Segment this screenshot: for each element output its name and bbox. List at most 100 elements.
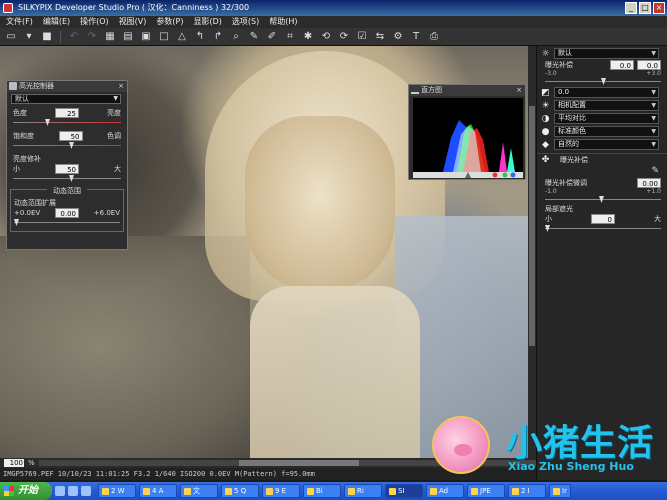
exposure-value-input-2[interactable]: 0.0	[637, 60, 661, 70]
fine-adjust-scale: -1.0 +1.0	[545, 188, 661, 195]
hue-slider[interactable]	[13, 118, 121, 127]
watermark-logo: 小猪生活 Xiao Zhu Sheng Huo	[428, 412, 667, 482]
menu-develop[interactable]: 显影(D)	[193, 16, 221, 28]
develop-icon[interactable]: ⟲	[319, 30, 333, 44]
histogram-panel-header[interactable]: 直方图 ×	[409, 85, 525, 96]
folder-open-icon[interactable]: ▭	[4, 30, 18, 44]
brightness-value-input[interactable]: 50	[55, 164, 79, 174]
color-select[interactable]: 标准颜色 ▼	[554, 126, 659, 137]
close-button[interactable]: ×	[653, 2, 665, 14]
menu-options[interactable]: 选项(S)	[232, 16, 259, 28]
color-row: ● 标准颜色 ▼	[537, 125, 667, 138]
fine-adjust-value-input[interactable]: 0.00	[637, 178, 661, 188]
title-bar: SILKYPIX Developer Studio Pro ( 汉化：Canni…	[0, 0, 667, 16]
menu-operation[interactable]: 操作(O)	[80, 16, 109, 28]
quick-launch-icon[interactable]	[55, 486, 65, 496]
taskbar-item-label: Ir	[562, 487, 567, 495]
check-icon[interactable]: ☑	[355, 30, 369, 44]
settings-icon[interactable]: ⚙	[391, 30, 405, 44]
taskbar-item[interactable]: 9 E	[262, 484, 300, 498]
zoom-input[interactable]: 100	[4, 459, 24, 467]
color-value: 标准颜色	[558, 127, 586, 135]
rotate-right-icon[interactable]: ↱	[211, 30, 225, 44]
warning-icon[interactable]: △	[175, 30, 189, 44]
brightness-slider[interactable]	[13, 174, 121, 183]
saturation-right-label: 色调	[107, 132, 121, 140]
combined-view-icon[interactable]: ▤	[121, 30, 135, 44]
highlight-panel-title: 高光控制器	[19, 82, 54, 90]
local-shading-slider[interactable]	[545, 224, 661, 233]
local-shading-value-input[interactable]: 0	[591, 214, 615, 224]
histogram-panel-close-button[interactable]: ×	[516, 85, 522, 96]
crop-icon[interactable]: ⌗	[283, 30, 297, 44]
undo-icon[interactable]: ↶	[67, 30, 81, 44]
exposure-label: 曝光补偿	[545, 61, 573, 69]
histogram-panel-title: 直方图	[421, 86, 442, 94]
menu-help[interactable]: 帮助(H)	[269, 16, 297, 28]
minimize-button[interactable]: _	[625, 2, 637, 14]
dynamic-range-slider[interactable]	[14, 218, 120, 227]
taskbar-item[interactable]: 2 I	[508, 484, 546, 498]
white-balance-select[interactable]: 0.0 ▼	[554, 87, 659, 98]
sharpness-row: ◆ 自然的 ▼	[537, 138, 667, 151]
zoom-icon[interactable]: ⌕	[229, 30, 243, 44]
taskbar-item[interactable]: 文	[180, 484, 218, 498]
quick-launch-icon[interactable]	[68, 486, 78, 496]
saturation-left-label: 饱和度	[13, 132, 34, 140]
wand-icon[interactable]: ✎	[537, 166, 667, 178]
fullscreen-icon[interactable]: □	[157, 30, 171, 44]
menu-parameter[interactable]: 参数(P)	[156, 16, 183, 28]
quick-launch-icon[interactable]	[81, 486, 91, 496]
menu-view[interactable]: 视图(V)	[119, 16, 147, 28]
scrollbar-thumb[interactable]	[529, 106, 535, 346]
text-tool-icon[interactable]: T	[409, 30, 423, 44]
brightness-right-label: 大	[114, 165, 121, 173]
color-drop-icon: ●	[541, 126, 550, 137]
save-icon[interactable]: ■	[40, 30, 54, 44]
horizontal-scrollbar-thumb[interactable]	[238, 460, 359, 466]
menu-edit[interactable]: 编辑(E)	[43, 16, 70, 28]
menu-file[interactable]: 文件(F)	[6, 16, 33, 28]
taskbar-item[interactable]: Ir	[549, 484, 571, 498]
taskbar-item[interactable]: Ad	[426, 484, 464, 498]
white-balance-picker-icon[interactable]: ✐	[265, 30, 279, 44]
highlight-panel-close-button[interactable]: ×	[118, 81, 124, 92]
eyedropper-icon[interactable]: ✎	[247, 30, 261, 44]
spot-icon[interactable]: ✱	[301, 30, 315, 44]
print-icon[interactable]: ⎙	[427, 30, 441, 44]
maximize-button[interactable]: □	[639, 2, 651, 14]
taskbar-item[interactable]: JPE	[467, 484, 505, 498]
folder-dropdown-icon[interactable]: ▾	[22, 30, 36, 44]
hue-value-input[interactable]: 25	[55, 108, 79, 118]
highlight-panel-header[interactable]: 高光控制器 ×	[7, 81, 127, 92]
local-shading-control: 局部遮光 小 0 大	[537, 204, 667, 233]
taskbar-item[interactable]: Ri	[344, 484, 382, 498]
saturation-value-input[interactable]: 50	[58, 131, 83, 141]
contrast-select[interactable]: 相机配置 ▼	[554, 100, 659, 111]
highlight-preset-select[interactable]: 默认 ▼	[11, 94, 121, 104]
taskbar-item[interactable]: 5 Q	[221, 484, 259, 498]
rotate-left-icon[interactable]: ↰	[193, 30, 207, 44]
taskbar-item-label: 9 E	[275, 487, 287, 495]
grid-view-icon[interactable]: ▦	[103, 30, 117, 44]
taskbar-item-active[interactable]: SI	[385, 484, 423, 498]
taskbar-item[interactable]: Bi	[303, 484, 341, 498]
dynamic-range-value-input[interactable]: 0.00	[55, 208, 79, 218]
start-button[interactable]: 开始	[0, 482, 52, 500]
sharpness-select[interactable]: 自然的 ▼	[554, 139, 659, 150]
task-app-icon	[430, 487, 437, 495]
reset-icon[interactable]: ⟳	[337, 30, 351, 44]
saturation-slider[interactable]	[13, 141, 121, 150]
fine-adjust-min: -1.0	[545, 188, 557, 195]
redo-icon[interactable]: ↷	[85, 30, 99, 44]
vertical-scrollbar[interactable]	[528, 46, 536, 458]
taskbar-item[interactable]: 2 W	[98, 484, 136, 498]
preset-select[interactable]: 默认 ▼	[554, 48, 659, 59]
compare-icon[interactable]: ⇆	[373, 30, 387, 44]
exposure-value-input[interactable]: 0.0	[610, 60, 634, 70]
preview-view-icon[interactable]: ▣	[139, 30, 153, 44]
gamma-select[interactable]: 平均对比 ▼	[554, 113, 659, 124]
fine-adjust-slider[interactable]	[545, 195, 661, 204]
exposure-slider[interactable]	[545, 77, 661, 86]
taskbar-item[interactable]: 4 A	[139, 484, 177, 498]
